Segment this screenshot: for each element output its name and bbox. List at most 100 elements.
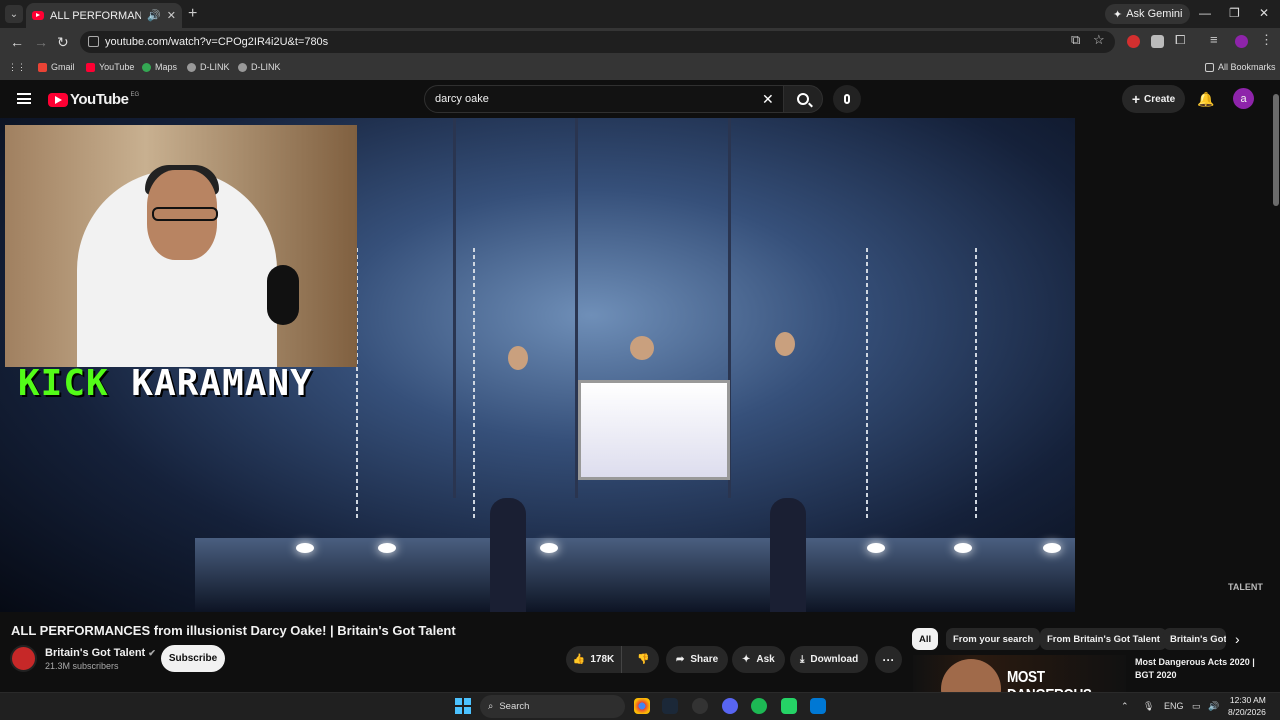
windows-start-icon[interactable] xyxy=(455,698,471,714)
browser-tab-strip: ⌄ ALL PERFORMANCES from 🔊 ✕ + ✦ Ask Gemi… xyxy=(0,0,1280,28)
spotify-taskbar-icon[interactable] xyxy=(751,698,767,714)
extension-shield-icon[interactable] xyxy=(1151,35,1164,48)
like-button[interactable]: 👍 178K xyxy=(566,646,623,673)
taskbar-search[interactable]: ⌕ Search xyxy=(480,695,625,718)
chip-from-channel[interactable]: From Britain's Got Talent xyxy=(1040,628,1167,650)
create-label: Create xyxy=(1144,93,1176,105)
url-bar[interactable]: youtube.com/watch?v=CPOg2IR4i2U&t=780s xyxy=(80,31,1115,53)
tab-search-button[interactable]: ⌄ xyxy=(5,5,23,23)
recommended-video-thumbnail[interactable]: MOST DANGEROUS xyxy=(913,655,1126,692)
scrollbar-thumb[interactable] xyxy=(1273,94,1279,206)
country-code: EG xyxy=(130,91,140,98)
address-toolbar: ← → ↻ youtube.com/watch?v=CPOg2IR4i2U&t=… xyxy=(0,28,1280,56)
chip-from-search[interactable]: From your search xyxy=(946,628,1041,650)
download-icon: ⤓ xyxy=(800,654,805,665)
tray-mic-icon[interactable]: 🎙 xyxy=(1143,701,1154,712)
bookmark-youtube[interactable]: YouTube xyxy=(86,62,134,72)
chrome-taskbar-icon[interactable] xyxy=(634,698,650,714)
thumbs-down-icon: 👎 xyxy=(637,654,650,665)
outlook-taskbar-icon[interactable] xyxy=(810,698,826,714)
minimize-button[interactable]: — xyxy=(1199,6,1211,20)
chip-related[interactable]: Britain's Got xyxy=(1163,628,1226,650)
bookmark-maps[interactable]: Maps xyxy=(142,62,177,72)
url-text: youtube.com/watch?v=CPOg2IR4i2U&t=780s xyxy=(105,36,329,48)
webcam-overlay xyxy=(5,125,357,367)
more-actions-button[interactable]: ··· xyxy=(875,646,902,673)
youtube-icon xyxy=(86,62,95,72)
floor-light xyxy=(378,543,396,553)
apps-grid-icon[interactable]: ⋮⋮ xyxy=(8,62,26,73)
speaker-icon[interactable]: 🔊 xyxy=(147,9,161,22)
floor-light xyxy=(867,543,885,553)
steam-taskbar-icon[interactable] xyxy=(662,698,678,714)
new-tab-button[interactable]: + xyxy=(188,5,197,23)
bookmark-dlink-1[interactable]: D-LINK xyxy=(187,62,230,72)
reload-icon[interactable]: ↻ xyxy=(57,34,69,51)
globe-icon xyxy=(238,62,247,72)
illusionist-head xyxy=(630,336,654,360)
restore-button[interactable]: ❐ xyxy=(1229,6,1240,20)
notifications-bell-icon[interactable]: 🔔 xyxy=(1197,91,1214,108)
like-count: 178K xyxy=(590,654,615,665)
menu-hamburger-icon[interactable] xyxy=(17,93,31,104)
ask-gemini-button[interactable]: ✦ Ask Gemini xyxy=(1105,4,1191,24)
network-icon[interactable]: ▭ xyxy=(1192,701,1201,712)
download-button[interactable]: ⤓ Download xyxy=(790,646,869,673)
channel-name-text: Britain's Got Talent xyxy=(45,647,146,659)
video-title: ALL PERFORMANCES from illusionist Darcy … xyxy=(11,623,456,638)
back-arrow-icon[interactable]: ← xyxy=(10,34,24,50)
account-avatar[interactable]: a xyxy=(1233,88,1254,109)
streamer-microphone xyxy=(267,265,299,325)
search-icon xyxy=(797,93,809,105)
channel-watermark[interactable]: TALENT xyxy=(1228,582,1263,592)
close-tab-icon[interactable]: ✕ xyxy=(167,9,176,22)
extension-red-icon[interactable] xyxy=(1127,35,1140,48)
install-app-icon[interactable]: ⧉ xyxy=(1071,32,1080,48)
gmail-icon xyxy=(38,62,47,72)
profile-avatar-icon[interactable] xyxy=(1235,35,1248,48)
chrome-menu-icon[interactable]: ⋮ xyxy=(1260,32,1273,48)
search-input[interactable]: darcy oake xyxy=(424,85,784,113)
close-window-button[interactable]: ✕ xyxy=(1259,6,1269,20)
browser-tab-active[interactable]: ALL PERFORMANCES from 🔊 ✕ xyxy=(26,3,182,28)
channel-name[interactable]: Britain's Got Talent ✔ xyxy=(45,647,156,659)
maps-pin-icon xyxy=(142,62,151,72)
chevron-right-icon[interactable]: › xyxy=(1235,631,1240,647)
bookmark-label: D-LINK xyxy=(200,62,230,72)
app-taskbar-icon[interactable] xyxy=(692,698,708,714)
recommended-video-title[interactable]: Most Dangerous Acts 2020 | BGT 2020 xyxy=(1135,656,1260,682)
floor-light xyxy=(1043,543,1061,553)
ask-gemini-label: Ask Gemini xyxy=(1126,8,1183,20)
clear-search-icon[interactable]: ✕ xyxy=(762,91,774,108)
extensions-puzzle-icon[interactable]: ⧠ xyxy=(1175,32,1185,48)
ask-button[interactable]: ✦ Ask xyxy=(732,646,785,673)
discord-taskbar-icon[interactable] xyxy=(722,698,738,714)
gemini-sparkle-icon: ✦ xyxy=(1113,8,1123,21)
create-button[interactable]: + Create xyxy=(1122,85,1185,113)
all-bookmarks-folder[interactable]: All Bookmarks xyxy=(1205,62,1276,72)
subscribe-button[interactable]: Subscribe xyxy=(161,645,225,672)
thumbnail-face xyxy=(941,659,1001,692)
bookmark-star-icon[interactable]: ☆ xyxy=(1093,32,1105,48)
search-button[interactable] xyxy=(783,85,823,113)
volume-icon[interactable]: 🔊 xyxy=(1208,701,1219,712)
forward-arrow-icon[interactable]: → xyxy=(34,34,48,50)
language-indicator[interactable]: ENG xyxy=(1164,701,1184,711)
tab-title: ALL PERFORMANCES from xyxy=(50,9,142,22)
youtube-play-icon xyxy=(48,92,68,107)
site-info-icon[interactable] xyxy=(88,36,99,47)
reading-list-icon[interactable]: ≡ xyxy=(1210,32,1218,47)
tray-chevron-icon[interactable]: ⌃ xyxy=(1121,701,1129,712)
presenter-head xyxy=(508,346,528,370)
chip-all[interactable]: All xyxy=(912,628,939,650)
whatsapp-taskbar-icon[interactable] xyxy=(781,698,797,714)
dislike-button[interactable]: 👎 xyxy=(628,654,659,665)
taskbar-clock[interactable]: 12:30 AM 8/20/2026 xyxy=(1228,694,1266,718)
voice-search-button[interactable] xyxy=(833,85,861,113)
share-button[interactable]: ➦ Share xyxy=(666,646,729,673)
page-scrollbar[interactable] xyxy=(1272,80,1280,692)
bookmark-dlink-2[interactable]: D-LINK xyxy=(238,62,281,72)
channel-avatar[interactable] xyxy=(10,645,37,672)
bookmark-gmail[interactable]: Gmail xyxy=(38,62,75,72)
youtube-logo[interactable]: YouTube EG xyxy=(48,91,139,108)
